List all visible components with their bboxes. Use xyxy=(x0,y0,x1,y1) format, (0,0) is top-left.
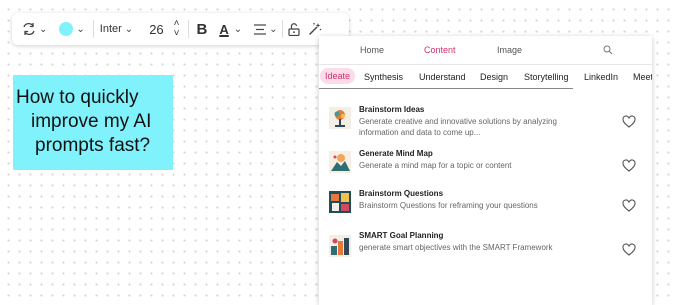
item-title: Brainstorm Ideas xyxy=(359,105,425,114)
divider xyxy=(92,20,94,38)
swap-shape-icon xyxy=(23,22,35,36)
text-color-label: A xyxy=(219,21,229,37)
tab-storytelling[interactable]: Storytelling xyxy=(524,72,569,82)
tab-content[interactable]: Content xyxy=(424,45,456,55)
font-family-select[interactable]: Inter ⌄ xyxy=(100,13,133,45)
tab-ideate[interactable]: Ideate xyxy=(320,68,356,84)
fill-color-button[interactable]: ⌄ xyxy=(59,13,85,45)
item-description: Generate a mind map for a topic or conte… xyxy=(359,161,512,170)
heart-icon[interactable] xyxy=(622,115,636,129)
heart-icon[interactable] xyxy=(622,243,636,257)
top-tab-bar: Home Content Image xyxy=(319,36,652,64)
magic-wand-icon xyxy=(308,23,321,35)
bold-label: B xyxy=(196,20,208,38)
align-center-icon xyxy=(254,23,267,35)
tab-home[interactable]: Home xyxy=(360,45,384,55)
format-toolbar: ⌄ ⌄ Inter ⌄ 26 ˄ ˅ B A ⌄ ⌄ xyxy=(12,13,349,45)
heart-icon[interactable] xyxy=(622,199,636,213)
tab-synthesis[interactable]: Synthesis xyxy=(364,72,403,82)
divider xyxy=(187,20,189,38)
font-size-value: 26 xyxy=(149,21,164,37)
tab-image[interactable]: Image xyxy=(497,45,522,55)
divider xyxy=(319,64,652,65)
ai-content-panel: Home Content Image Ideate Synthesis Unde… xyxy=(319,36,652,305)
item-title: Brainstorm Questions xyxy=(359,189,444,198)
smart-goal-thumbnail xyxy=(329,235,351,257)
divider xyxy=(281,20,283,38)
text-align-button[interactable]: ⌄ xyxy=(254,13,278,45)
bold-button[interactable]: B xyxy=(191,13,214,45)
item-description: Generate creative and innovative solutio… xyxy=(359,117,557,137)
font-family-value: Inter xyxy=(99,23,122,35)
shape-switch-button[interactable]: ⌄ xyxy=(12,13,47,45)
tab-meet[interactable]: Meet xyxy=(633,72,652,82)
heart-icon[interactable] xyxy=(622,159,636,173)
sticky-note-line: How to quickly xyxy=(16,87,139,108)
unlock-icon xyxy=(287,22,300,36)
chevron-down-icon: ⌄ xyxy=(269,23,278,35)
item-title: SMART Goal Planning xyxy=(359,231,444,240)
list-item[interactable]: Brainstorm Ideas Generate creative and i… xyxy=(329,105,642,145)
category-tab-bar: Ideate Synthesis Understand Design Story… xyxy=(319,67,652,89)
lock-button[interactable] xyxy=(287,13,300,45)
brainstorm-ideas-thumbnail xyxy=(329,107,351,129)
tab-understand[interactable]: Understand xyxy=(419,72,466,82)
chevron-down-icon: ⌄ xyxy=(124,23,134,35)
item-description: generate smart objectives with the SMART… xyxy=(359,243,553,252)
list-item[interactable]: Brainstorm Questions Brainstorm Question… xyxy=(329,189,642,229)
text-color-button[interactable]: A ⌄ xyxy=(213,13,242,45)
list-item[interactable]: Generate Mind Map Generate a mind map fo… xyxy=(329,149,642,189)
item-title: Generate Mind Map xyxy=(359,149,433,158)
item-description: Brainstorm Questions for reframing your … xyxy=(359,201,538,210)
chevron-down-icon: ⌄ xyxy=(233,23,243,35)
chevron-down-icon[interactable]: ˅ xyxy=(174,29,180,39)
brainstorm-questions-thumbnail xyxy=(329,191,351,213)
sticky-note[interactable]: How to quickly improve my AI prompts fas… xyxy=(13,75,173,170)
sticky-note-line: prompts fast? xyxy=(35,135,151,156)
category-tab-underline xyxy=(319,88,573,89)
tab-linkedin[interactable]: LinkedIn xyxy=(584,72,618,82)
list-item[interactable]: SMART Goal Planning generate smart objec… xyxy=(329,231,642,271)
search-icon[interactable] xyxy=(603,45,613,55)
chevron-down-icon: ⌄ xyxy=(76,23,85,35)
chevron-down-icon: ⌄ xyxy=(39,23,48,35)
mind-map-thumbnail xyxy=(329,151,351,173)
font-size-stepper[interactable]: 26 ˄ ˅ xyxy=(149,13,179,45)
fill-color-swatch xyxy=(59,22,74,36)
tab-design[interactable]: Design xyxy=(480,72,508,82)
sticky-note-line: improve my AI xyxy=(31,111,152,132)
